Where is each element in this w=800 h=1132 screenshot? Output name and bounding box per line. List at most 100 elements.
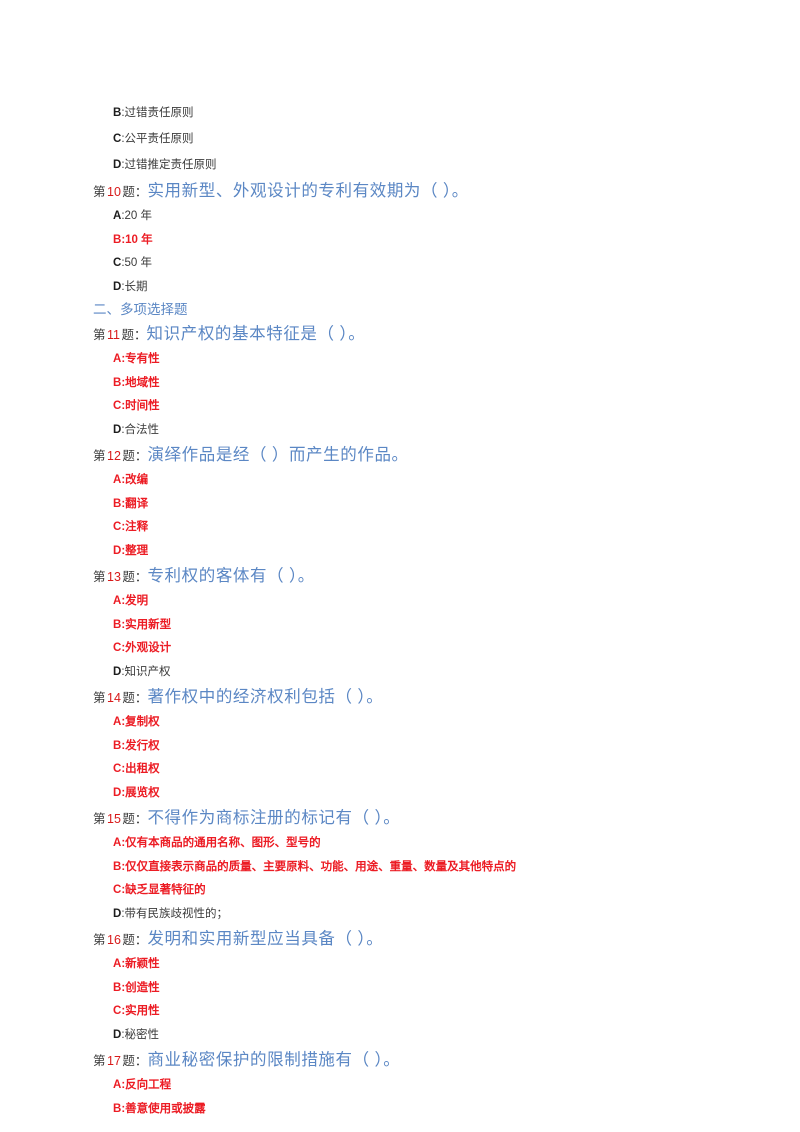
option-b[interactable]: B:过错责任原则 xyxy=(95,100,760,126)
option-text: 10 年 xyxy=(125,233,153,246)
option-text: 善意使用或披露 xyxy=(125,1102,206,1115)
option-text: 20 年 xyxy=(124,210,153,222)
option-text: 新颖性 xyxy=(125,958,160,970)
question-number: 10 xyxy=(107,185,121,199)
option-b[interactable]: B:善意使用或披露 xyxy=(95,1098,760,1122)
question-stem-line: 第 13 题：专利权的客体有（ ）。 xyxy=(93,563,760,590)
question-prefix-word: 第 xyxy=(93,933,106,947)
option-d[interactable]: D:带有民族歧视性的； xyxy=(95,903,760,927)
option-d[interactable]: D:展览权 xyxy=(95,782,760,806)
question-prefix-colon: 题： xyxy=(122,185,148,199)
option-text: 复制权 xyxy=(125,716,160,728)
option-c[interactable]: C:外观设计 xyxy=(95,637,760,661)
question-stem-text: 著作权中的经济权利包括（ ）。 xyxy=(147,687,384,706)
option-c[interactable]: C:50 年 xyxy=(95,252,760,276)
exam-content: B:过错责任原则 C:公平责任原则 D:过错推定责任原则第 10 题：实用新型、外观设计… xyxy=(93,100,760,1122)
question-stem-line: 第 17 题：商业秘密保护的限制措施有（ ）。 xyxy=(93,1047,760,1074)
option-b[interactable]: B:10 年 xyxy=(95,229,760,253)
question-stem-text: 知识产权的基本特征是（ ）。 xyxy=(146,324,366,343)
option-c[interactable]: C:出租权 xyxy=(95,758,760,782)
option-text: 创造性 xyxy=(125,981,160,994)
option-text: 发明 xyxy=(125,595,149,607)
option-a[interactable]: A:仅有本商品的通用名称、图形、型号的 xyxy=(95,832,760,856)
option-b[interactable]: B:实用新型 xyxy=(95,614,760,638)
option-text: 实用新型 xyxy=(125,618,172,631)
option-text: 仅仅直接表示商品的质量、主要原料、功能、用途、重量、数量及其他特点的 xyxy=(125,860,517,873)
option-c[interactable]: C:注释 xyxy=(95,516,760,540)
question-number: 14 xyxy=(107,691,121,705)
question-stem-text: 发明和实用新型应当具备（ ）。 xyxy=(147,929,384,948)
exam-paper-page: B:过错责任原则 C:公平责任原则 D:过错推定责任原则第 10 题：实用新型、外观设计… xyxy=(0,0,800,1132)
question-stem-line: 第 10 题：实用新型、外观设计的专利有效期为（ ）。 xyxy=(93,178,760,205)
option-c[interactable]: C:缺乏显著特征的 xyxy=(95,879,760,903)
question-stem-text: 专利权的客体有（ ）。 xyxy=(147,566,315,585)
question-stem-text: 实用新型、外观设计的专利有效期为（ ）。 xyxy=(147,181,469,200)
question-prefix-word: 第 xyxy=(93,570,106,584)
question-9-trailing-options: B:过错责任原则 C:公平责任原则 D:过错推定责任原则 xyxy=(95,100,760,178)
option-a[interactable]: A:反向工程 xyxy=(95,1074,760,1098)
option-text: 仅有本商品的通用名称、图形、型号的 xyxy=(125,837,321,849)
option-text: 缺乏显著特征的 xyxy=(125,884,206,896)
option-text: 发行权 xyxy=(125,739,160,752)
question-stem-text: 商业秘密保护的限制措施有（ ）。 xyxy=(147,1050,401,1069)
option-a[interactable]: A:改编 xyxy=(95,469,760,493)
option-text: 改编 xyxy=(125,474,149,486)
question-prefix-word: 第 xyxy=(93,328,106,342)
option-text: 带有民族歧视性的； xyxy=(124,907,229,920)
option-d[interactable]: D:长期 xyxy=(95,276,760,300)
option-c[interactable]: C:公平责任原则 xyxy=(95,126,760,152)
question-stem-line: 第 15 题：不得作为商标注册的标记有（ ）。 xyxy=(93,805,760,832)
option-c[interactable]: C:实用性 xyxy=(95,1000,760,1024)
option-text: 秘密性 xyxy=(124,1028,160,1041)
question-stem-text: 不得作为商标注册的标记有（ ）。 xyxy=(147,808,401,827)
question-prefix-colon: 题： xyxy=(122,449,148,463)
question-16: 第 16 题：发明和实用新型应当具备（ ）。 A:新颖性 B:创造性 C:实用性 D:秘密性 xyxy=(93,926,760,1048)
option-d[interactable]: D:整理 xyxy=(95,540,760,564)
option-a[interactable]: A:新颖性 xyxy=(95,953,760,977)
question-number: 17 xyxy=(107,1054,121,1068)
option-text: 地域性 xyxy=(125,376,160,389)
question-prefix-colon: 题： xyxy=(121,328,147,342)
option-a[interactable]: A:复制权 xyxy=(95,711,760,735)
question-stem-line: 第 16 题：发明和实用新型应当具备（ ）。 xyxy=(93,926,760,953)
option-a[interactable]: A:发明 xyxy=(95,590,760,614)
question-prefix-word: 第 xyxy=(93,812,106,826)
question-prefix-word: 第 xyxy=(93,449,106,463)
question-14: 第 14 题：著作权中的经济权利包括（ ）。 A:复制权 B:发行权 C:出租权 D:展览权 xyxy=(93,684,760,806)
option-a[interactable]: A:专有性 xyxy=(95,348,760,372)
option-text: 实用性 xyxy=(125,1005,160,1017)
option-d[interactable]: D:过错推定责任原则 xyxy=(95,152,760,178)
option-text: 整理 xyxy=(125,544,149,557)
option-d[interactable]: D:知识产权 xyxy=(95,661,760,685)
question-prefix-word: 第 xyxy=(93,1054,106,1068)
option-text: 长期 xyxy=(124,280,148,293)
question-stem-line: 第 14 题：著作权中的经济权利包括（ ）。 xyxy=(93,684,760,711)
question-13: 第 13 题：专利权的客体有（ ）。 A:发明 B:实用新型 C:外观设计 D:知识产权 xyxy=(93,563,760,685)
option-b[interactable]: B:仅仅直接表示商品的质量、主要原料、功能、用途、重量、数量及其他特点的 xyxy=(95,856,760,880)
option-d[interactable]: D:秘密性 xyxy=(95,1024,760,1048)
option-b[interactable]: B:创造性 xyxy=(95,977,760,1001)
option-text: 知识产权 xyxy=(124,665,171,678)
option-a[interactable]: A:20 年 xyxy=(95,205,760,229)
question-number: 12 xyxy=(107,449,121,463)
option-text: 注释 xyxy=(125,521,149,533)
question-17: 第 17 题：商业秘密保护的限制措施有（ ）。 A:反向工程 B:善意使用或披露 xyxy=(93,1047,760,1122)
question-prefix-word: 第 xyxy=(93,185,106,199)
option-b[interactable]: B:地域性 xyxy=(95,372,760,396)
question-number: 11 xyxy=(107,328,120,342)
question-12: 第 12 题：演绎作品是经（ ）而产生的作品。 A:改编 B:翻译 C:注释 D:整理 xyxy=(93,442,760,564)
question-prefix-colon: 题： xyxy=(122,933,148,947)
question-number: 16 xyxy=(107,933,121,947)
option-text: 50 年 xyxy=(124,257,153,269)
option-b[interactable]: B:发行权 xyxy=(95,735,760,759)
option-d[interactable]: D:合法性 xyxy=(95,419,760,443)
question-15: 第 15 题：不得作为商标注册的标记有（ ）。 A:仅有本商品的通用名称、图形、型号的… xyxy=(93,805,760,927)
option-b[interactable]: B:翻译 xyxy=(95,493,760,517)
option-c[interactable]: C:时间性 xyxy=(95,395,760,419)
option-text: 展览权 xyxy=(125,786,160,799)
option-text: 公平责任原则 xyxy=(124,133,194,145)
option-text: 过错责任原则 xyxy=(124,107,194,119)
question-stem-text: 演绎作品是经（ ）而产生的作品。 xyxy=(147,445,409,464)
option-text: 过错推定责任原则 xyxy=(124,159,217,171)
question-number: 15 xyxy=(107,812,121,826)
